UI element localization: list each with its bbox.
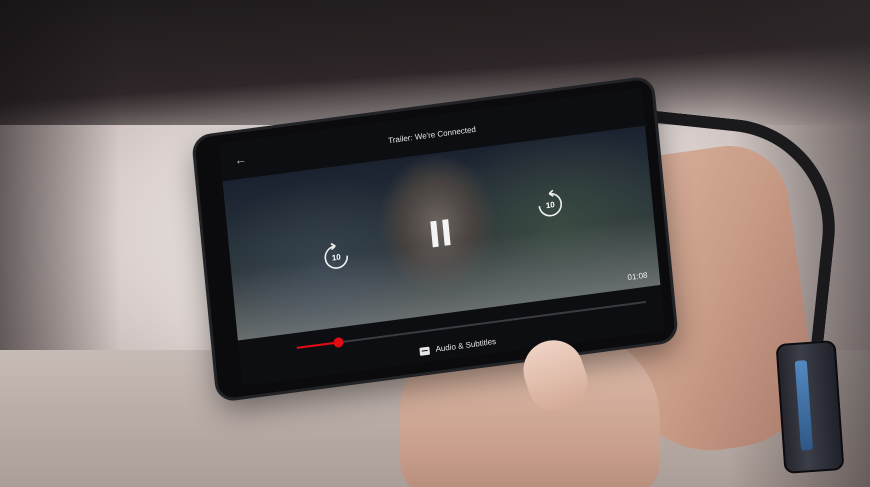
video-player-screen: ← Trailer: We're Connected 10 10 01:08 A…: [218, 87, 665, 387]
scrubber-handle[interactable]: [333, 336, 345, 349]
dongle-light: [794, 360, 813, 451]
subtitles-icon: [419, 346, 431, 356]
video-title: Trailer: We're Connected: [387, 124, 477, 145]
rewind-seconds-label: 10: [331, 251, 342, 263]
audio-subtitles-label: Audio & Subtitles: [435, 336, 497, 354]
audio-subtitles-button[interactable]: Audio & Subtitles: [419, 337, 496, 356]
pause-bars: [430, 219, 451, 248]
progress-fill: [296, 341, 339, 349]
forward-seconds-label: 10: [545, 199, 556, 210]
forward-10-icon[interactable]: 10: [533, 187, 568, 223]
cable-dongle: [775, 340, 845, 474]
replay-10-icon[interactable]: 10: [319, 239, 354, 275]
pause-icon[interactable]: [423, 211, 459, 255]
